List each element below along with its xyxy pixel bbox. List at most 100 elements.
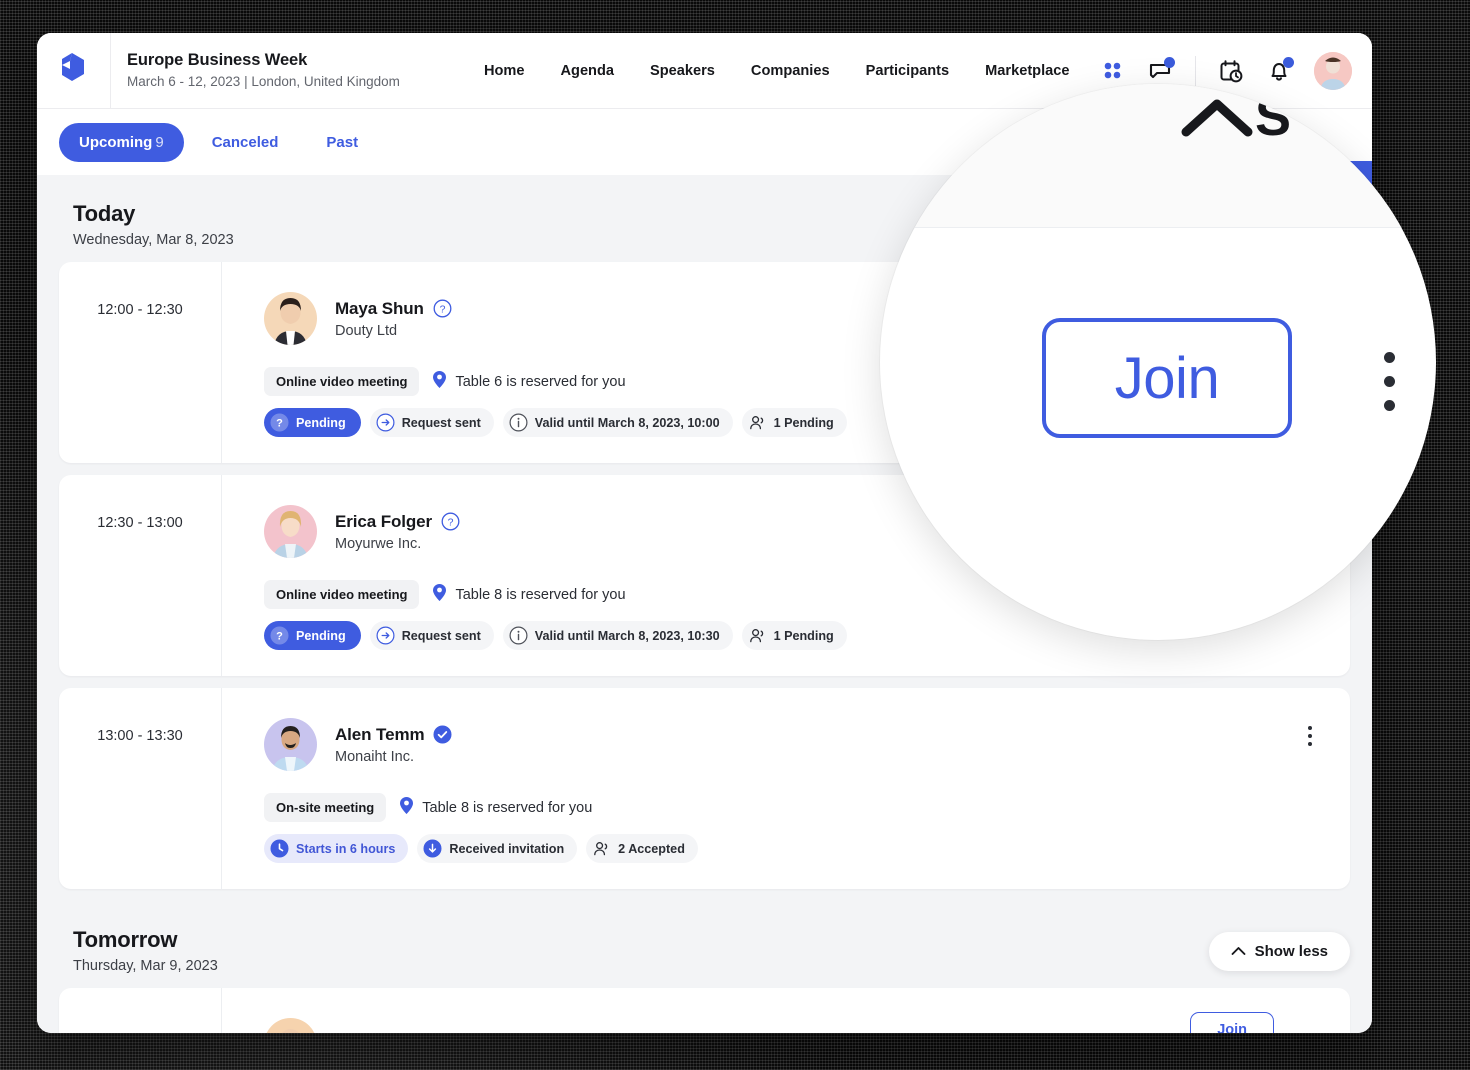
svg-text:?: ? — [448, 516, 454, 528]
tab-upcoming[interactable]: Upcoming 9 — [59, 122, 184, 162]
chip-attendees-label: 1 Pending — [773, 415, 834, 430]
meeting-location-text: Table 8 is reserved for you — [422, 799, 593, 816]
cube-logo-icon[interactable] — [56, 51, 92, 91]
magnifier-lens: S Join — [880, 84, 1436, 640]
chip-valid-until[interactable]: Valid until March 8, 2023, 10:00 — [502, 408, 733, 437]
magnifier-top-band — [880, 84, 1436, 228]
person-org: Monaiht Inc. — [335, 748, 414, 765]
meeting-time-column: 13:00 - 13:30 — [59, 688, 222, 889]
meeting-time-column: 12:30 - 13:00 — [59, 475, 222, 676]
logo-cell — [37, 33, 111, 109]
chip-attendees-label: 2 Accepted — [618, 841, 685, 856]
nav-companies[interactable]: Companies — [751, 63, 830, 79]
meeting-person[interactable]: Alen Temm Monaiht Inc. — [264, 718, 1322, 771]
people-icon[interactable] — [1099, 58, 1125, 84]
meeting-location: Table 8 is reserved for you — [399, 796, 592, 820]
event-subtitle: March 6 - 12, 2023 | London, United King… — [127, 74, 400, 89]
chip-valid-until-label: Valid until March 8, 2023, 10:00 — [534, 415, 720, 430]
avatar — [264, 718, 317, 771]
verified-check-icon — [433, 725, 452, 744]
person-org: Douty Ltd — [335, 322, 398, 339]
people-small-icon — [748, 413, 767, 432]
bell-icon[interactable] — [1266, 56, 1294, 84]
chip-request-sent-label: Request sent — [401, 415, 481, 430]
meeting-location: Table 8 is reserved for you — [432, 583, 626, 607]
chevron-up-icon — [1180, 96, 1254, 140]
arrow-down-circle-icon — [423, 839, 442, 858]
chip-status[interactable]: Starts in 6 hours — [264, 834, 409, 863]
tab-upcoming-count: 9 — [155, 133, 164, 151]
chip-request-sent[interactable]: Request sent — [369, 621, 494, 650]
meeting-details: Alen Temm Monaiht Inc. On-site meeting T… — [222, 688, 1350, 889]
meeting-person[interactable] — [264, 1018, 1322, 1033]
chip-valid-until-label: Valid until March 8, 2023, 10:30 — [534, 628, 720, 643]
meeting-location-text: Table 8 is reserved for you — [455, 586, 626, 603]
meeting-details — [222, 988, 1350, 1033]
arrow-right-circle-icon — [376, 413, 395, 432]
more-options-icon[interactable] — [1300, 726, 1320, 748]
chip-request-sent[interactable]: Request sent — [369, 408, 494, 437]
meeting-location-text: Table 6 is reserved for you — [455, 373, 626, 390]
info-icon — [509, 413, 528, 432]
chip-attendees-label: 1 Pending — [773, 628, 834, 643]
nav-speakers[interactable]: Speakers — [650, 63, 715, 79]
chevron-up-icon — [1231, 943, 1246, 960]
question-badge-icon: ? — [441, 512, 460, 531]
header-divider — [1195, 55, 1196, 86]
chip-status[interactable]: ? Pending — [264, 408, 361, 437]
avatar — [264, 505, 317, 558]
meeting-time: 13:00 - 13:30 — [97, 728, 183, 744]
question-icon: ? — [270, 626, 289, 645]
avatar — [264, 1018, 317, 1033]
magnifier-partial-text: S — [1255, 90, 1292, 142]
chat-badge-dot — [1164, 56, 1175, 68]
people-small-icon — [748, 626, 767, 645]
chip-request-sent-label: Request sent — [401, 628, 481, 643]
arrow-right-circle-icon — [376, 626, 395, 645]
bell-badge-dot — [1283, 56, 1294, 68]
map-pin-icon — [432, 370, 447, 394]
meeting-location: Table 6 is reserved for you — [432, 370, 626, 394]
day-date: Thursday, Mar 9, 2023 — [73, 958, 218, 974]
question-icon: ? — [270, 413, 289, 432]
chip-status[interactable]: ? Pending — [264, 621, 361, 650]
chat-icon[interactable] — [1147, 56, 1175, 84]
meeting-chips: Starts in 6 hours Received invitation 2 … — [264, 834, 1322, 863]
nav-agenda[interactable]: Agenda — [560, 63, 614, 79]
chip-received-invitation[interactable]: Received invitation — [417, 834, 578, 863]
show-less-button[interactable]: Show less — [1208, 932, 1350, 971]
chip-received-invitation-label: Received invitation — [449, 841, 565, 856]
join-button[interactable]: Join — [1190, 1012, 1274, 1033]
meeting-type-pill: Online video meeting — [264, 580, 420, 609]
day-title: Tomorrow — [73, 927, 178, 952]
calendar-clock-icon[interactable] — [1218, 58, 1244, 84]
chip-status-label: Pending — [296, 628, 346, 643]
person-name: Maya Shun — [335, 298, 424, 318]
meeting-time: 12:00 - 12:30 — [97, 302, 183, 318]
meeting-time-column: 12:00 - 12:30 — [59, 262, 222, 463]
more-options-icon[interactable] — [1384, 352, 1395, 424]
meeting-card[interactable]: 13:00 - 13:30 Alen Temm Monaiht Inc. On-… — [59, 688, 1350, 889]
chip-attendees[interactable]: 2 Accepted — [586, 834, 698, 863]
tab-upcoming-label: Upcoming — [79, 133, 153, 151]
svg-text:?: ? — [276, 418, 283, 430]
meeting-time: 12:30 - 13:00 — [97, 515, 183, 531]
main-nav: Home Agenda Speakers Companies Participa… — [484, 63, 1070, 79]
chip-attendees[interactable]: 1 Pending — [741, 408, 847, 437]
map-pin-icon — [399, 796, 414, 820]
nav-home[interactable]: Home — [484, 63, 525, 79]
tab-canceled[interactable]: Canceled — [192, 123, 299, 162]
meeting-card[interactable]: Join — [59, 988, 1350, 1033]
meeting-type-pill: Online video meeting — [264, 367, 420, 396]
join-button[interactable]: Join — [1042, 318, 1292, 438]
meeting-type-pill: On-site meeting — [264, 793, 387, 822]
chip-attendees[interactable]: 1 Pending — [741, 621, 847, 650]
nav-marketplace[interactable]: Marketplace — [985, 63, 1069, 79]
nav-participants[interactable]: Participants — [866, 63, 950, 79]
svg-text:?: ? — [276, 631, 283, 643]
tab-past[interactable]: Past — [306, 123, 378, 162]
clock-icon — [270, 839, 289, 858]
day-header-tomorrow: Tomorrow Thursday, Mar 9, 2023 — [59, 901, 1350, 988]
info-icon — [509, 626, 528, 645]
chip-valid-until[interactable]: Valid until March 8, 2023, 10:30 — [502, 621, 733, 650]
